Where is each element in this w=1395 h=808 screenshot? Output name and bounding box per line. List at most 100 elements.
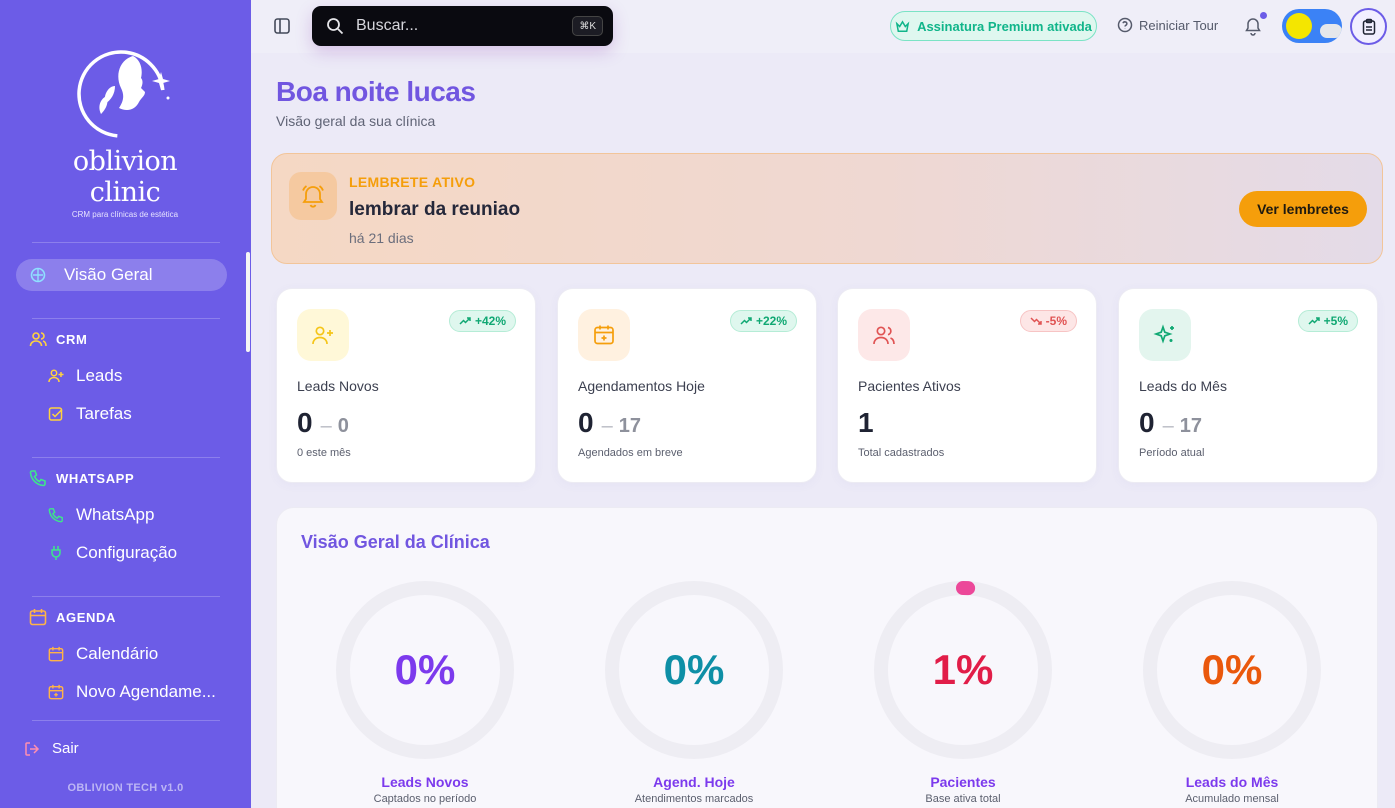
page-title: Boa noite lucas: [276, 76, 476, 107]
stat-card-leads-new[interactable]: +42% Leads Novos 0–0 0 este mês: [276, 288, 536, 483]
users-icon: [28, 330, 48, 348]
checkbox-icon: [48, 406, 64, 422]
crm-section-header: CRM: [28, 330, 87, 348]
bell-icon: [289, 172, 337, 220]
card-value: 0–17: [1139, 407, 1202, 439]
ring-label: Leads do Mês: [1185, 774, 1279, 790]
sparkles-icon: [1139, 309, 1191, 361]
agenda-section-header: AGENDA: [28, 608, 116, 626]
stat-card-active-patients[interactable]: -5% Pacientes Ativos 1 Total cadastrados: [837, 288, 1097, 483]
search-input[interactable]: [356, 17, 556, 35]
nav-leads-label: Leads: [76, 366, 123, 385]
cloud-icon: [1320, 24, 1342, 38]
progress-ring-patients: 1%: [873, 580, 1053, 760]
card-description: Agendados em breve: [578, 447, 683, 459]
theme-toggle[interactable]: [1282, 9, 1342, 43]
logo-tagline: CRM para clínicas de estética: [71, 210, 179, 219]
version-label: OBLIVION TECH v1.0: [67, 782, 184, 794]
divider: [32, 720, 220, 721]
reminder-banner: LEMBRETE ATIVO lembrar da reuniao há 21 …: [271, 153, 1383, 264]
card-description: Período atual: [1139, 447, 1205, 459]
crm-header-label: CRM: [56, 331, 88, 347]
ring-percent: 0%: [394, 646, 456, 693]
logout-button[interactable]: Sair: [24, 740, 79, 757]
sun-icon: [1286, 13, 1312, 39]
card-value-main: 0: [297, 407, 313, 438]
logout-icon: [24, 741, 40, 757]
sidebar: oblivion clinic CRM para clínicas de est…: [0, 0, 251, 808]
nav-overview[interactable]: Visão Geral: [16, 259, 227, 291]
trend-badge: +5%: [1297, 310, 1358, 332]
ring-label: Pacientes: [930, 774, 996, 790]
whatsapp-section-header: WHATSAPP: [28, 469, 134, 487]
nav-leads[interactable]: Leads: [48, 363, 122, 389]
phone-icon: [28, 469, 48, 487]
plug-icon: [48, 545, 64, 561]
card-value: 0–0: [297, 407, 349, 439]
value-separator: –: [1162, 415, 1174, 437]
notifications-button[interactable]: [1244, 16, 1262, 41]
trend-down-icon: [1030, 316, 1042, 326]
user-avatar[interactable]: [1350, 8, 1387, 45]
nav-calendar[interactable]: Calendário: [48, 641, 158, 667]
view-reminders-button[interactable]: Ver lembretes: [1239, 191, 1367, 227]
trend-badge: -5%: [1019, 310, 1077, 332]
clinic-logo[interactable]: oblivion clinic CRM para clínicas de est…: [40, 42, 210, 219]
card-value-secondary: 17: [618, 415, 641, 437]
reminder-title: lembrar da reuniao: [349, 199, 521, 220]
calendar-icon: [48, 646, 64, 662]
search-shortcut: ⌘K: [572, 16, 603, 36]
clipboard-icon: [1362, 18, 1375, 35]
ring-percent: 0%: [1201, 646, 1263, 693]
card-label: Pacientes Ativos: [858, 378, 961, 394]
bell-icon: [1245, 18, 1261, 36]
calendar-plus-icon: [48, 684, 64, 700]
logout-label: Sair: [52, 740, 79, 757]
phone-icon: [48, 507, 64, 523]
search-icon: [326, 17, 344, 35]
trend-value: +5%: [1323, 314, 1348, 328]
card-label: Leads do Mês: [1139, 378, 1227, 394]
sidebar-toggle-icon: [274, 18, 290, 34]
face-logo-icon: [77, 50, 170, 138]
card-value-main: 1: [858, 407, 874, 438]
sidebar-toggle-button[interactable]: [272, 16, 292, 36]
card-label: Leads Novos: [297, 378, 379, 394]
card-description: 0 este mês: [297, 447, 351, 459]
trend-value: +22%: [755, 314, 787, 328]
premium-badge[interactable]: Assinatura Premium ativada: [890, 11, 1097, 41]
progress-ring-appointments: 0%: [604, 580, 784, 760]
stat-card-appointments-today[interactable]: +22% Agendamentos Hoje 0–17 Agendados em…: [557, 288, 817, 483]
ring-percent: 1%: [932, 646, 994, 693]
ring-label: Agend. Hoje: [653, 774, 735, 790]
card-description: Total cadastrados: [858, 447, 945, 459]
ring-percent: 0%: [663, 646, 725, 693]
nav-whatsapp-label: WhatsApp: [76, 505, 155, 524]
premium-label: Assinatura Premium ativada: [917, 18, 1092, 34]
nav-tasks-label: Tarefas: [76, 404, 132, 423]
trend-up-icon: [1308, 316, 1320, 326]
nav-calendar-label: Calendário: [76, 644, 159, 663]
users-icon: [858, 309, 910, 361]
nav-tasks[interactable]: Tarefas: [48, 401, 132, 427]
whatsapp-header-label: WHATSAPP: [56, 470, 135, 486]
divider: [32, 596, 220, 597]
user-plus-icon: [297, 309, 349, 361]
trend-badge: +22%: [729, 310, 797, 332]
restart-tour-button[interactable]: Reiniciar Tour: [1117, 17, 1218, 33]
value-separator: –: [601, 415, 613, 437]
value-separator: –: [320, 415, 332, 437]
search-bar[interactable]: ⌘K: [312, 6, 613, 46]
card-value-main: 0: [1139, 407, 1155, 438]
nav-new-appointment[interactable]: Novo Agendame...: [48, 679, 216, 705]
nav-whatsapp[interactable]: WhatsApp: [48, 502, 154, 528]
sidebar-scrollbar[interactable]: [246, 252, 250, 352]
nav-config[interactable]: Configuração: [48, 540, 177, 566]
nav-config-label: Configuração: [76, 543, 178, 562]
logo-name: oblivion clinic: [72, 146, 178, 208]
divider: [32, 318, 220, 319]
stat-card-leads-month[interactable]: +5% Leads do Mês 0–17 Período atual: [1118, 288, 1378, 483]
card-value-secondary: 0: [337, 415, 349, 437]
card-value-main: 0: [578, 407, 594, 438]
grid-icon: [28, 267, 48, 283]
